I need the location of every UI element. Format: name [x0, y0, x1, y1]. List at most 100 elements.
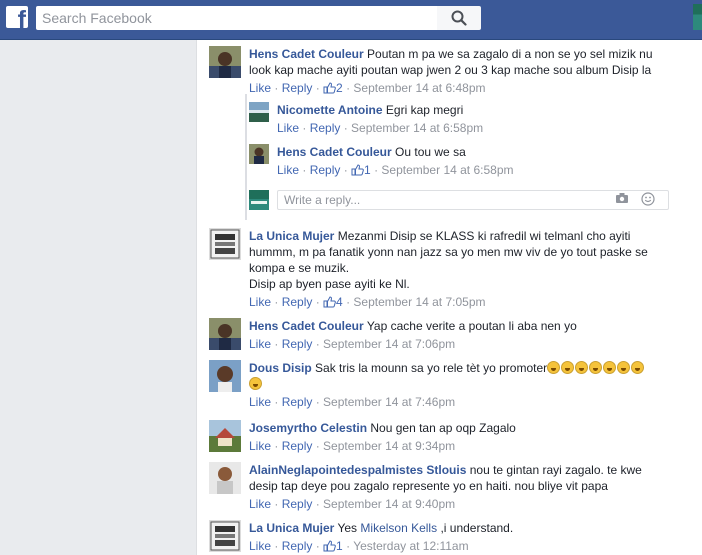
- like-link[interactable]: Like: [249, 337, 271, 351]
- reply-link[interactable]: Reply: [310, 163, 341, 177]
- search-input[interactable]: [36, 6, 437, 30]
- comment-text: nou te gintan rayi zagalo. te kwe: [469, 463, 642, 477]
- comment-actions: Like · Reply · 1 · Yesterday at 12:11am: [249, 539, 469, 553]
- comment-timestamp[interactable]: September 14 at 7:46pm: [323, 395, 455, 409]
- like-link[interactable]: Like: [249, 295, 271, 309]
- comment-text: Yap cache verite a poutan li aba nen yo: [366, 319, 577, 333]
- reply-link[interactable]: Reply: [282, 439, 313, 453]
- comment-text: Mezanmi Disip se KLASS ki rafredil wi te…: [337, 229, 631, 243]
- reply-link[interactable]: Reply: [282, 539, 313, 553]
- comment-timestamp[interactable]: September 14 at 9:40pm: [323, 497, 455, 511]
- like-link[interactable]: Like: [249, 497, 271, 511]
- like-count[interactable]: 4: [323, 295, 343, 309]
- avatar[interactable]: [249, 102, 269, 122]
- comment-actions: Like · Reply · September 14 at 9:40pm: [249, 497, 456, 511]
- comment-text: Poutan m pa we sa zagalo di a non se yo …: [367, 47, 653, 61]
- comment-actions: Like · Reply · September 14 at 7:06pm: [249, 337, 456, 351]
- corner-thumbnail[interactable]: [693, 4, 702, 30]
- comment-text: look kap mache ayiti poutan wap jwen 2 o…: [249, 63, 652, 77]
- reply-box-icons: [615, 192, 655, 206]
- comment-text: Egri kap megri: [385, 103, 464, 117]
- comment-actions: Like · Reply · 4 · September 14 at 7:05p…: [249, 295, 486, 309]
- comment-author[interactable]: La Unica Mujer: [249, 521, 334, 535]
- search-icon: [451, 10, 467, 26]
- comment: Hens Cadet Couleur Poutan m pa we sa zag…: [209, 46, 653, 96]
- avatar[interactable]: [209, 228, 241, 260]
- like-link[interactable]: Like: [249, 81, 271, 95]
- avatar[interactable]: [209, 46, 241, 78]
- comment-text: Nou gen tan ap oqp Zagalo: [370, 421, 516, 435]
- avatar[interactable]: [209, 318, 241, 350]
- top-navigation-bar: f: [0, 0, 702, 40]
- logo-glyph: f: [17, 6, 26, 29]
- comment-text: Ou tou we sa: [395, 145, 466, 159]
- camera-icon[interactable]: [615, 192, 629, 204]
- like-count[interactable]: 2: [323, 81, 343, 95]
- comments-panel: Hens Cadet Couleur Poutan m pa we sa zag…: [196, 40, 702, 555]
- comment-author[interactable]: La Unica Mujer: [249, 229, 334, 243]
- reply-link[interactable]: Reply: [310, 121, 341, 135]
- emoji-icon[interactable]: [641, 192, 655, 206]
- comment-author[interactable]: Hens Cadet Couleur: [249, 319, 364, 333]
- comment-author[interactable]: Nicomette Antoine: [277, 103, 383, 117]
- emoji-icon: [547, 361, 645, 375]
- reply-link[interactable]: Reply: [282, 337, 313, 351]
- comment-timestamp[interactable]: September 14 at 7:05pm: [353, 295, 485, 309]
- comment-timestamp[interactable]: September 14 at 9:34pm: [323, 439, 455, 453]
- comment-author[interactable]: AlainNeglapointedespalmistes Stlouis: [249, 463, 466, 477]
- comment-author[interactable]: Dous Disip: [249, 361, 312, 375]
- avatar[interactable]: [209, 360, 241, 392]
- avatar[interactable]: [249, 144, 269, 164]
- comment-text: hummm, m pa fanatik yonn nan jazz sa yo …: [249, 245, 648, 259]
- like-link[interactable]: Like: [249, 439, 271, 453]
- current-user-avatar[interactable]: [249, 190, 269, 210]
- comment: La Unica Mujer Yes Mikelson Kells ,i und…: [209, 520, 513, 554]
- like-count[interactable]: 1: [351, 163, 371, 177]
- comment-reply: Hens Cadet Couleur Ou tou we sa Like · R…: [249, 144, 514, 178]
- like-link[interactable]: Like: [249, 395, 271, 409]
- reply-link[interactable]: Reply: [282, 497, 313, 511]
- comment: Dous Disip Sak tris la mounn sa yo rele …: [209, 360, 645, 410]
- reply-thread-line: [245, 94, 247, 220]
- comment-author[interactable]: Hens Cadet Couleur: [277, 145, 392, 159]
- reply-link[interactable]: Reply: [282, 295, 313, 309]
- avatar[interactable]: [209, 420, 241, 452]
- reply-link[interactable]: Reply: [282, 81, 313, 95]
- comment-author[interactable]: Josemyrtho Celestin: [249, 421, 367, 435]
- like-link[interactable]: Like: [277, 163, 299, 177]
- comment: La Unica Mujer Mezanmi Disip se KLASS ki…: [209, 228, 648, 310]
- comment-author[interactable]: Hens Cadet Couleur: [249, 47, 364, 61]
- comment-timestamp[interactable]: September 14 at 6:48pm: [353, 81, 485, 95]
- comment-text: desip tap deye pou zagalo represente yo …: [249, 479, 608, 493]
- reply-input[interactable]: [277, 190, 669, 210]
- comment-actions: Like · Reply · September 14 at 7:46pm: [249, 395, 456, 409]
- avatar[interactable]: [209, 520, 241, 552]
- like-link[interactable]: Like: [249, 539, 271, 553]
- comment: Hens Cadet Couleur Yap cache verite a po…: [209, 318, 577, 352]
- comment-text: kompa e se muzik.: [249, 261, 350, 275]
- like-count[interactable]: 1: [323, 539, 343, 553]
- comment: Josemyrtho Celestin Nou gen tan ap oqp Z…: [209, 420, 516, 454]
- comment-timestamp[interactable]: September 14 at 6:58pm: [381, 163, 513, 177]
- thumbs-up-icon: [323, 296, 336, 308]
- comment-text: ,i understand.: [440, 521, 514, 535]
- thumbs-up-icon: [323, 82, 336, 94]
- comment-actions: Like · Reply · September 14 at 6:58pm: [277, 121, 484, 135]
- comment-timestamp[interactable]: September 14 at 7:06pm: [323, 337, 455, 351]
- comment-timestamp[interactable]: Yesterday at 12:11am: [353, 539, 468, 553]
- emoji-icon: [249, 376, 645, 392]
- comment-reply: Nicomette Antoine Egri kap megri Like · …: [249, 102, 483, 136]
- comment-text: Disip ap byen pase ayiti ke Nl.: [249, 277, 410, 291]
- thumbs-up-icon: [351, 164, 364, 176]
- comment-actions: Like · Reply · September 14 at 9:34pm: [249, 439, 456, 453]
- avatar[interactable]: [209, 462, 241, 494]
- facebook-logo-icon[interactable]: f: [6, 6, 28, 28]
- reply-link[interactable]: Reply: [282, 395, 313, 409]
- search-button[interactable]: [437, 6, 481, 30]
- thumbs-up-icon: [323, 540, 336, 552]
- comment-timestamp[interactable]: September 14 at 6:58pm: [351, 121, 483, 135]
- like-link[interactable]: Like: [277, 121, 299, 135]
- comment-actions: Like · Reply · 1 · September 14 at 6:58p…: [277, 163, 514, 177]
- comment: AlainNeglapointedespalmistes Stlouis nou…: [209, 462, 642, 512]
- mention-link[interactable]: Mikelson Kells: [360, 521, 437, 535]
